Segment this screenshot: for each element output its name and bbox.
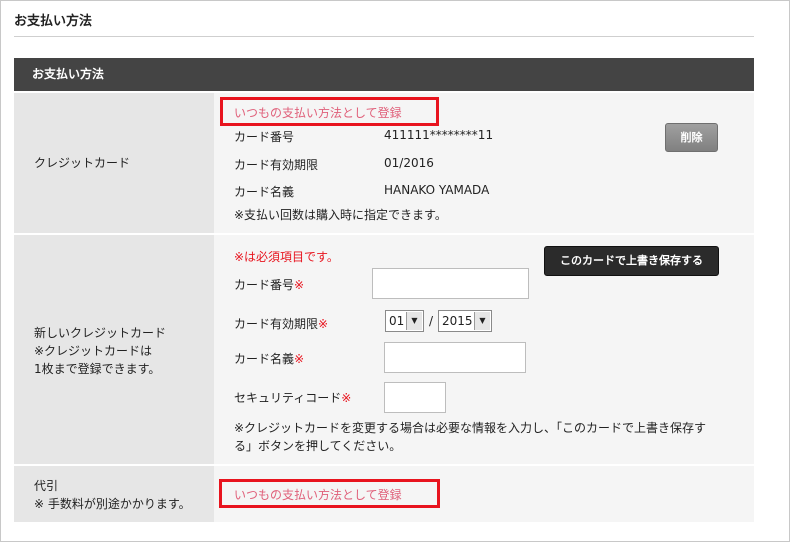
expiry-year-select[interactable]: 2015 ▼ — [438, 310, 492, 332]
page-title: お支払い方法 — [14, 14, 93, 29]
expiry-year-value: 2015 — [442, 314, 473, 328]
overwrite-save-button[interactable]: このカードで上書き保存する — [544, 246, 719, 276]
new-card-expiry-label: カード有効期限※ — [234, 317, 329, 331]
chevron-down-icon: ▼ — [474, 312, 490, 330]
card-number-value: 411111********11 — [384, 128, 494, 142]
expiry-separator: / — [429, 314, 434, 328]
cod-fee-note: ※ 手数料が別途かかります。 — [34, 497, 191, 511]
installment-note: ※支払い回数は購入時に指定できます。 — [234, 208, 447, 222]
expiry-month-value: 01 — [389, 314, 405, 328]
new-card-name-label: カード名義※ — [234, 352, 305, 366]
cod-label-cell: 代引 ※ 手数料が別途かかります。 — [14, 466, 214, 522]
new-card-limit-note-2: 1枚まで登録できます。 — [34, 362, 161, 376]
required-mark: ※ — [318, 317, 329, 331]
change-card-note-2: る」ボタンを押してください。 — [234, 439, 402, 453]
register-default-link[interactable]: いつもの支払い方法として登録 — [234, 104, 402, 121]
new-card-limit-note: ※クレジットカードは — [34, 344, 153, 358]
required-fields-note: ※は必須項目です。 — [234, 250, 339, 264]
change-card-note: ※クレジットカードを変更する場合は必要な情報を入力し、「このカードで上書き保存す — [234, 421, 707, 435]
required-mark: ※ — [294, 352, 305, 366]
card-expiry-value: 01/2016 — [384, 156, 434, 170]
cod-register-default-link[interactable]: いつもの支払い方法として登録 — [234, 486, 402, 503]
new-card-number-label: カード番号※ — [234, 278, 305, 292]
card-number-input[interactable] — [372, 268, 529, 299]
cod-label: 代引 — [34, 479, 59, 493]
card-name-input[interactable] — [384, 342, 526, 373]
title-divider — [14, 36, 754, 37]
required-mark: ※ — [341, 391, 352, 405]
card-name-label: カード名義 — [234, 185, 295, 199]
card-expiry-label: カード有効期限 — [234, 158, 319, 172]
section-header: お支払い方法 — [14, 58, 754, 91]
card-number-label: カード番号 — [234, 130, 295, 144]
required-mark: ※ — [294, 278, 305, 292]
delete-card-button[interactable]: 削除 — [665, 123, 718, 152]
credit-card-label-cell: クレジットカード — [14, 93, 214, 233]
expiry-month-select[interactable]: 01 ▼ — [385, 310, 424, 332]
new-card-label: 新しいクレジットカード — [34, 326, 167, 340]
card-name-value: HANAKO YAMADA — [384, 183, 490, 197]
security-code-input[interactable] — [384, 382, 446, 413]
security-code-label: セキュリティコード※ — [234, 391, 352, 405]
chevron-down-icon: ▼ — [406, 312, 422, 330]
new-card-label-cell: 新しいクレジットカード ※クレジットカードは 1枚まで登録できます。 — [14, 235, 214, 464]
credit-card-label: クレジットカード — [34, 156, 131, 170]
